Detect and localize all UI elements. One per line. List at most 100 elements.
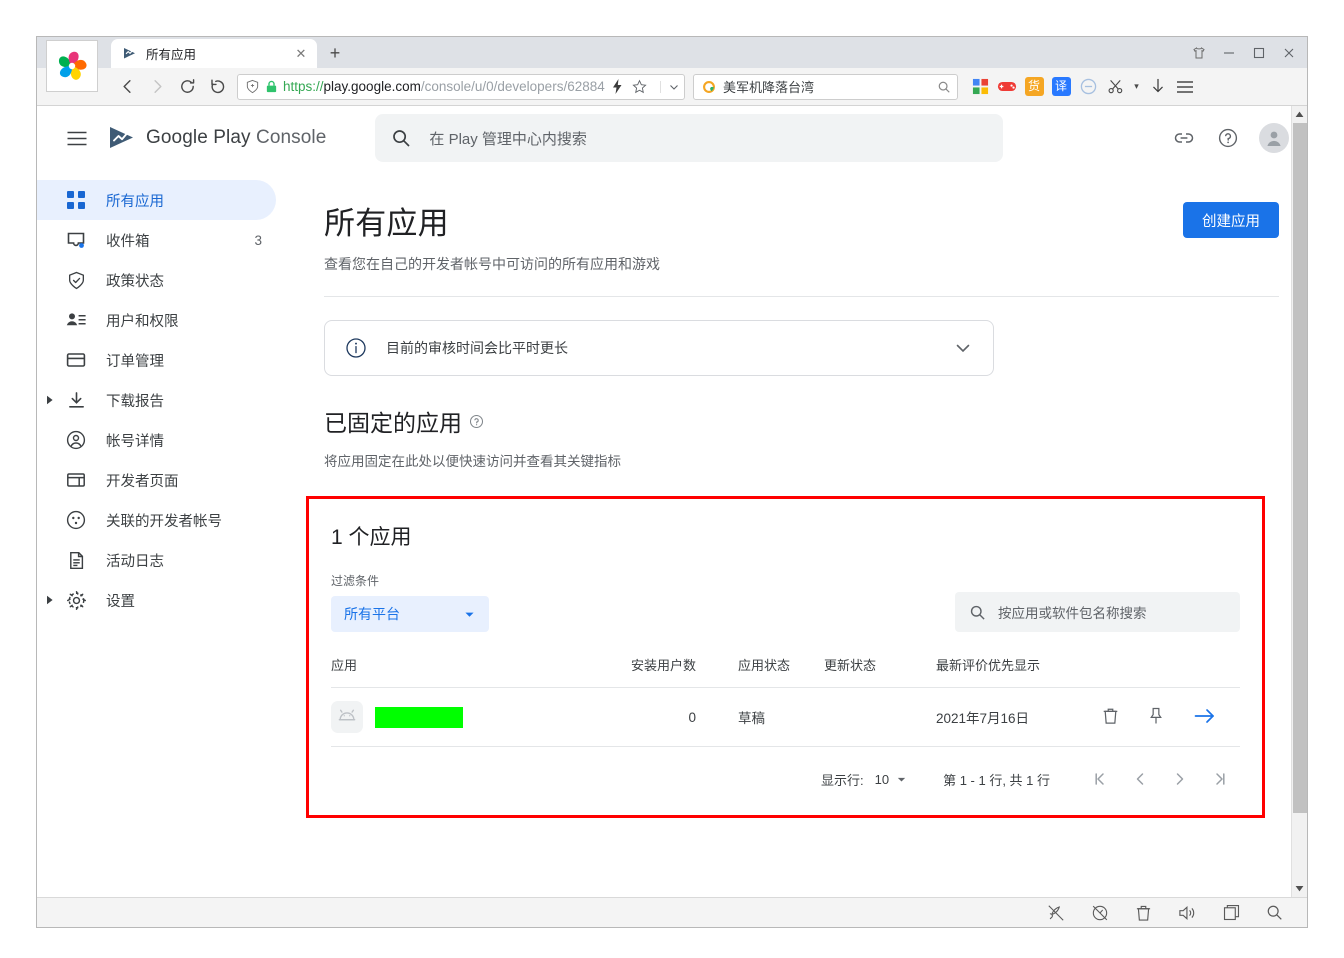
forward-arrow-icon[interactable] bbox=[143, 73, 171, 101]
sidebar-item-activity-log[interactable]: 活动日志 bbox=[37, 540, 276, 580]
title-divider bbox=[324, 296, 1279, 297]
sidebar-item-download-reports[interactable]: 下载报告 bbox=[37, 380, 276, 420]
column-header-app[interactable]: 应用 bbox=[331, 655, 586, 688]
trash-icon[interactable] bbox=[1135, 904, 1152, 922]
console-search-box[interactable]: 在 Play 管理中心内搜索 bbox=[375, 114, 1004, 162]
scroll-down-arrow-icon[interactable] bbox=[1292, 880, 1308, 897]
adblock-extension-icon[interactable] bbox=[1078, 77, 1098, 97]
shield-speed-icon[interactable] bbox=[1091, 904, 1109, 922]
review-time-notice[interactable]: 目前的审核时间会比平时更长 bbox=[324, 320, 994, 376]
close-icon[interactable]: ✕ bbox=[293, 46, 309, 62]
help-icon[interactable] bbox=[1215, 125, 1241, 151]
browser-tab-strip: 所有应用 ✕ + bbox=[37, 37, 1307, 92]
browser-menu-icon[interactable] bbox=[1175, 77, 1195, 97]
last-page-icon[interactable] bbox=[1200, 763, 1240, 795]
column-header-installs[interactable]: 安装用户数 bbox=[586, 655, 696, 688]
chevron-down-icon[interactable] bbox=[660, 80, 680, 93]
search-icon[interactable] bbox=[937, 80, 951, 94]
pinned-apps-title-text: 已固定的应用 bbox=[324, 410, 462, 436]
hamburger-menu-icon[interactable] bbox=[53, 114, 101, 162]
pagination-range-text: 第 1 - 1 行, 共 1 行 bbox=[943, 772, 1050, 788]
console-top-bar: Google Play Console 在 Play 管理中心内搜索 bbox=[37, 106, 1307, 170]
trash-icon[interactable] bbox=[1102, 707, 1119, 725]
volume-icon[interactable] bbox=[1178, 904, 1197, 922]
sidebar-item-all-apps[interactable]: 所有应用 bbox=[37, 180, 276, 220]
star-icon[interactable] bbox=[632, 79, 647, 94]
undo-icon[interactable] bbox=[203, 73, 231, 101]
sidebar-item-inbox[interactable]: 收件箱 3 bbox=[37, 220, 276, 260]
scroll-up-arrow-icon[interactable] bbox=[1292, 106, 1308, 123]
sidebar-item-account-details[interactable]: 帐号详情 bbox=[37, 420, 276, 460]
first-page-icon[interactable] bbox=[1080, 763, 1120, 795]
rows-per-page-label: 显示行: bbox=[820, 772, 864, 788]
sidebar-item-policy-status[interactable]: 政策状态 bbox=[37, 260, 276, 300]
google-play-console-logo[interactable]: Google Play Console bbox=[107, 125, 326, 151]
apps-search-input[interactable]: 按应用或软件包名称搜索 bbox=[955, 592, 1240, 632]
sidebar-item-order-management[interactable]: 订单管理 bbox=[37, 340, 276, 380]
minimize-button[interactable] bbox=[1215, 39, 1243, 67]
lock-icon[interactable] bbox=[265, 80, 278, 93]
info-icon bbox=[345, 337, 367, 359]
search-icon bbox=[969, 604, 986, 621]
arrow-right-icon[interactable] bbox=[1194, 707, 1216, 725]
link-icon[interactable] bbox=[1171, 125, 1197, 151]
download-reports-icon bbox=[65, 389, 87, 411]
table-row[interactable]: 0 草稿 2021年7月16日 bbox=[331, 687, 1240, 747]
create-app-button[interactable]: 创建应用 bbox=[1183, 202, 1279, 238]
back-arrow-icon[interactable] bbox=[113, 73, 141, 101]
search-icon bbox=[391, 128, 411, 148]
shield-icon[interactable] bbox=[245, 79, 260, 94]
account-avatar[interactable] bbox=[1259, 123, 1289, 153]
rocket-disabled-icon[interactable] bbox=[1047, 904, 1065, 922]
extension-dropdown-caret[interactable]: ▾ bbox=[1132, 77, 1141, 97]
browser-tab[interactable]: 所有应用 ✕ bbox=[111, 39, 317, 68]
expand-arrow-icon[interactable] bbox=[46, 595, 56, 605]
sidebar-item-settings[interactable]: 设置 bbox=[37, 580, 276, 620]
close-window-button[interactable] bbox=[1275, 39, 1303, 67]
scrollbar-track[interactable] bbox=[1292, 123, 1308, 880]
column-header-app-status[interactable]: 应用状态 bbox=[696, 655, 806, 688]
price-extension-icon[interactable]: 货 bbox=[1024, 77, 1044, 97]
scrollbar-thumb[interactable] bbox=[1292, 123, 1307, 813]
pinned-apps-subtitle: 将应用固定在此处以便快速访问并查看其关键指标 bbox=[324, 454, 621, 469]
page-scrollbar[interactable] bbox=[1291, 106, 1307, 897]
browser-status-bar bbox=[37, 897, 1307, 927]
sidebar-item-linked-developer-accounts[interactable]: 关联的开发者帐号 bbox=[37, 500, 276, 540]
expand-arrow-icon[interactable] bbox=[46, 395, 56, 405]
play-console-favicon bbox=[122, 46, 138, 62]
window-icon[interactable] bbox=[1223, 904, 1240, 921]
sidebar-item-label: 用户和权限 bbox=[106, 313, 179, 330]
cell-delete bbox=[1102, 688, 1148, 747]
platform-filter-value: 所有平台 bbox=[344, 606, 400, 622]
browser-search-bar[interactable]: 美军机降落台湾 bbox=[693, 73, 958, 100]
platform-filter-dropdown[interactable]: 所有平台 bbox=[331, 596, 489, 632]
next-page-icon[interactable] bbox=[1160, 763, 1200, 795]
reload-icon[interactable] bbox=[173, 73, 201, 101]
cell-pin bbox=[1148, 688, 1194, 747]
new-tab-button[interactable]: + bbox=[321, 39, 349, 67]
screenshot-scissors-icon[interactable] bbox=[1105, 77, 1125, 97]
chevron-down-icon[interactable] bbox=[953, 338, 973, 358]
android-app-icon bbox=[331, 701, 363, 733]
game-controller-extension-icon[interactable] bbox=[997, 77, 1017, 97]
search-icon[interactable] bbox=[1266, 904, 1283, 921]
maximize-button[interactable] bbox=[1245, 39, 1273, 67]
apps-table-head: 应用 安装用户数 应用状态 更新状态 最新评价优先显示 bbox=[331, 655, 1240, 688]
theme-shirt-icon[interactable] bbox=[1185, 39, 1213, 67]
apps-grid-extension-icon[interactable] bbox=[970, 77, 990, 97]
rows-per-page-dropdown[interactable]: 10 bbox=[875, 772, 907, 787]
pin-icon[interactable] bbox=[1148, 707, 1164, 725]
column-header-update-status[interactable]: 更新状态 bbox=[806, 655, 916, 688]
help-circle-icon[interactable] bbox=[469, 414, 484, 429]
downloads-icon[interactable] bbox=[1148, 77, 1168, 97]
prev-page-icon[interactable] bbox=[1120, 763, 1160, 795]
translate-extension-icon[interactable]: 译 bbox=[1051, 77, 1071, 97]
sidebar-item-developer-page[interactable]: 开发者页面 bbox=[37, 460, 276, 500]
lightning-icon[interactable] bbox=[612, 79, 623, 94]
page-title: 所有应用 bbox=[324, 206, 449, 241]
sidebar-item-users-permissions[interactable]: 用户和权限 bbox=[37, 300, 276, 340]
play-console-page: Google Play Console 在 Play 管理中心内搜索 所有应用 … bbox=[37, 106, 1307, 897]
column-header-latest-review[interactable]: 最新评价优先显示 bbox=[916, 655, 1102, 688]
page-viewport: Google Play Console 在 Play 管理中心内搜索 所有应用 … bbox=[37, 106, 1307, 897]
address-bar[interactable]: https://play.google.com/console/u/0/deve… bbox=[237, 73, 685, 100]
